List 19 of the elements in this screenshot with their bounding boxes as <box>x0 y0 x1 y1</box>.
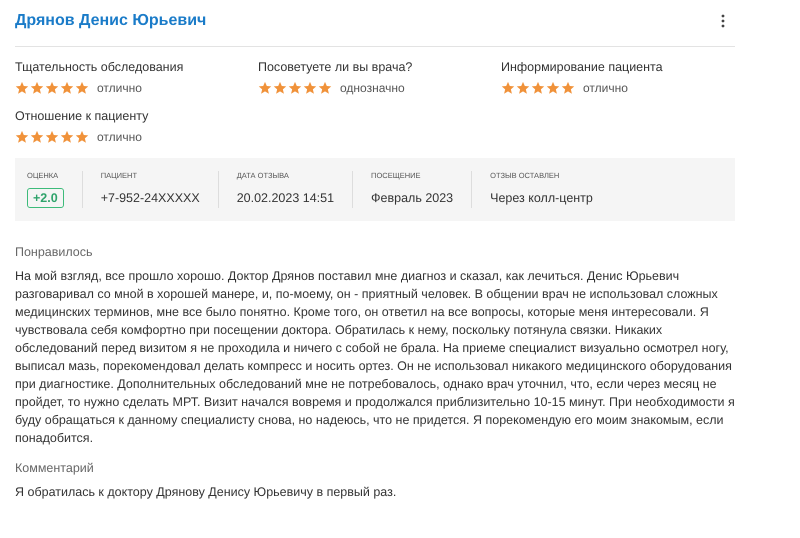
info-value: 20.02.2023 14:51 <box>236 190 334 205</box>
rating-label: Тщательность обследования <box>15 60 184 74</box>
rating-label: Информирование пациента <box>501 60 663 74</box>
more-options-icon[interactable] <box>721 14 725 28</box>
rating-label: Посоветуете ли вы врача? <box>258 60 412 74</box>
section-heading: Понравилось <box>15 245 93 259</box>
info-value: Через колл-центр <box>490 190 593 205</box>
review-text: На мой взгляд, все прошло хорошо. Доктор Дрянов поставил мне диагноз и сказал, как лечиться. Денис Юрьевич разговаривал со мной в хорошей манере, и, по-моему, он - приятный человек. В общении врач не использовал сложных медицинских терминов, мне все было понятно. Кроме того, он ответил на все вопросы, которые меня интересовали. Я чувствовала себя комфортно при посещении доктора. Обратилась к нему, поскольку потянула связки. Никаких обследований перед визитом я не проходила и ничего с собой не брала. На приеме специалист визуально осмотрел ногу, выписал мазь, порекомендовал делать компресс и носить ортез. Он не использовал никакого медицинского оборудования при диагностике. Дополнительных обследований мне не потребовалось, однако врач уточнил, что, если через месяц не пройдет, то нужно сделать МРТ. Визит начался вовремя и продолжался приблизительно 10-15 минут. При необходимости я буду обращаться к данному специалисту снова, но надеюсь, что не придется. Я порекомендую его моим знакомым, если понадобится. <box>15 268 735 447</box>
rating-verdict: отлично <box>97 81 142 95</box>
info-value: +7-952-24XXXXX <box>100 190 200 205</box>
info-value: Февраль 2023 <box>371 190 454 205</box>
doctor-name[interactable]: Дрянов Денис Юрьевич <box>15 12 206 30</box>
rating-verdict: отлично <box>97 130 142 144</box>
score-badge: +2.0 <box>27 188 64 208</box>
rating-label: Отношение к пациенту <box>15 109 148 123</box>
rating-verdict: однозначно <box>340 81 405 95</box>
rating-verdict: отлично <box>583 81 628 95</box>
review-text: Я обратилась к доктору Дрянову Денису Юрьевичу в первый раз. <box>15 484 396 501</box>
section-heading: Комментарий <box>15 461 94 475</box>
